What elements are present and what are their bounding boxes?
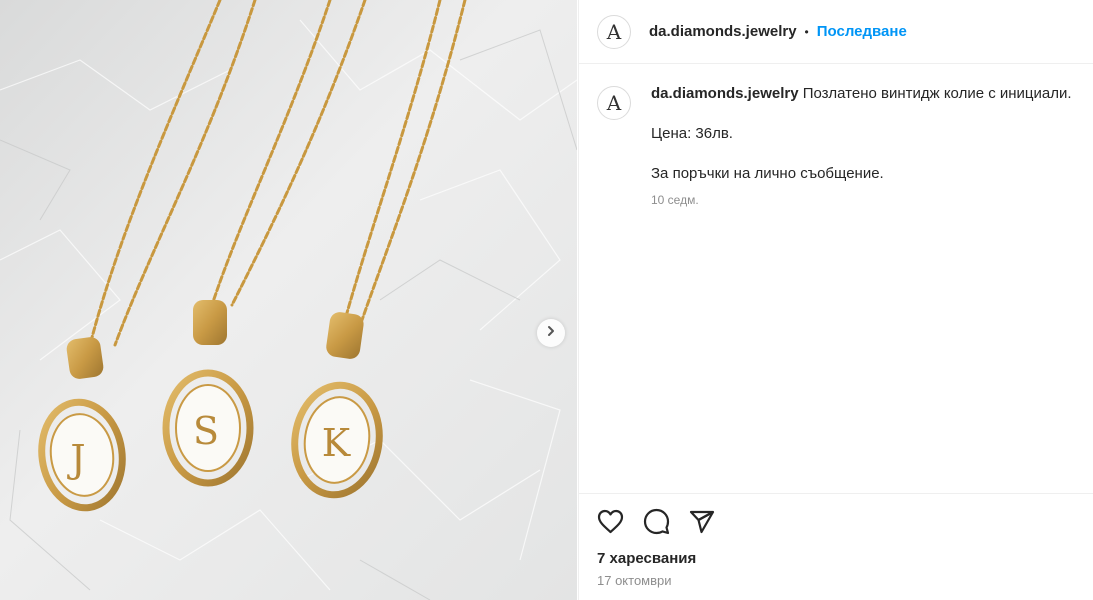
separator-dot: •	[804, 24, 809, 39]
post-image[interactable]: J S K	[0, 0, 577, 600]
caption-order-note: За поръчки на лично съобщение.	[651, 165, 884, 182]
avatar[interactable]: A	[597, 14, 631, 49]
heart-icon	[597, 509, 624, 539]
post-date[interactable]: 17 октомври	[579, 567, 1093, 588]
caption-text: Позлатено винтидж колие с инициали.	[802, 85, 1072, 102]
avatar-logo: A	[606, 91, 622, 115]
username-link[interactable]: da.diamonds.jewelry	[649, 23, 797, 40]
comment-button[interactable]	[642, 508, 670, 540]
caption: A da.diamonds.jewelry Позлатено винтидж …	[579, 64, 1093, 210]
action-bar	[579, 494, 1093, 538]
like-button[interactable]	[596, 509, 624, 539]
caption-price: Цена: 36лв.	[651, 125, 733, 142]
paper-plane-icon	[689, 510, 715, 539]
avatar-logo: A	[606, 19, 622, 44]
share-button[interactable]	[688, 510, 716, 538]
caption-body: da.diamonds.jewelry Позлатено винтидж ко…	[651, 84, 1072, 210]
caption-username-link[interactable]: da.diamonds.jewelry	[651, 85, 799, 102]
caption-avatar[interactable]: A	[597, 86, 631, 120]
follow-button[interactable]: Последване	[817, 23, 907, 40]
post-header: A da.diamonds.jewelry • Последване	[579, 0, 1093, 64]
post-panel: A da.diamonds.jewelry • Последване A da.…	[578, 0, 1093, 600]
likes-count[interactable]: 7 харесвания	[579, 538, 1093, 567]
letter-k: K	[322, 421, 351, 465]
next-image-button[interactable]	[537, 319, 565, 347]
actions-section: 7 харесвания 17 октомври	[579, 493, 1093, 600]
letter-s: S	[193, 409, 219, 453]
chevron-right-icon	[545, 324, 557, 342]
caption-first-line: da.diamonds.jewelry Позлатено винтидж ко…	[651, 84, 1072, 104]
comment-icon	[643, 508, 670, 540]
necklaces-photo: J S K	[0, 0, 577, 600]
caption-timestamp[interactable]: 10 седм.	[651, 190, 1072, 210]
